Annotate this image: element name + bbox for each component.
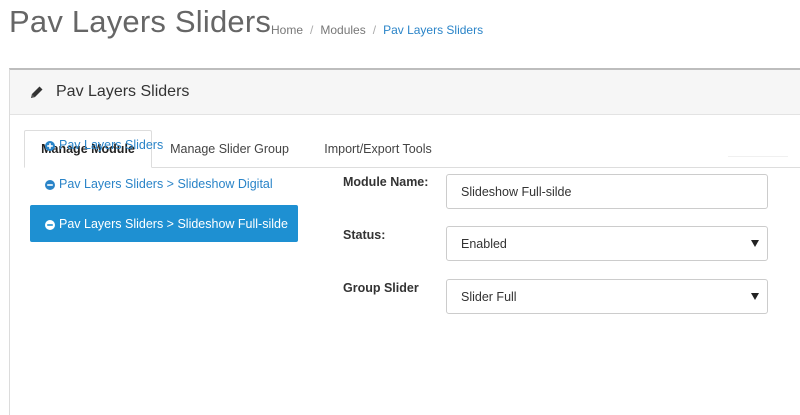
caret-down-icon — [751, 240, 759, 247]
module-list: Pav Layers Sliders Pav Layers Sliders > … — [30, 127, 298, 245]
breadcrumb-home[interactable]: Home — [271, 23, 303, 37]
minus-circle-icon — [45, 179, 55, 190]
group-slider-label: Group Slider — [343, 281, 419, 295]
status-label: Status: — [343, 228, 386, 242]
panel-heading: Pav Layers Sliders — [10, 70, 800, 115]
module-item-slideshow-full-silde[interactable]: Pav Layers Sliders > Slideshow Full-sild… — [30, 205, 298, 242]
minus-circle-icon — [45, 219, 55, 230]
module-item-slideshow-digital[interactable]: Pav Layers Sliders > Slideshow Digital — [30, 166, 298, 202]
divider — [728, 156, 788, 157]
caret-down-icon — [751, 293, 759, 300]
status-select[interactable]: Enabled — [446, 226, 768, 261]
group-slider-selected-value: Slider Full — [461, 289, 517, 304]
panel-title: Pav Layers Sliders — [56, 83, 190, 100]
breadcrumb-separator: / — [372, 23, 377, 37]
page-title: Pav Layers Sliders — [9, 4, 272, 39]
module-item-label: Pav Layers Sliders — [59, 138, 164, 152]
breadcrumb-modules[interactable]: Modules — [320, 23, 365, 37]
pencil-icon — [30, 85, 44, 99]
module-name-input[interactable]: Slideshow Full-silde — [446, 174, 768, 209]
module-name-label: Module Name: — [343, 175, 429, 189]
plus-circle-icon — [45, 140, 55, 151]
group-slider-select[interactable]: Slider Full — [446, 279, 768, 314]
module-item-label: Pav Layers Sliders > Slideshow Digital — [59, 177, 273, 191]
module-item-pav-layers-sliders[interactable]: Pav Layers Sliders — [30, 127, 298, 163]
breadcrumb-current[interactable]: Pav Layers Sliders — [383, 23, 483, 37]
breadcrumb: Home / Modules / Pav Layers Sliders — [271, 23, 483, 37]
module-item-label: Pav Layers Sliders > Slideshow Full-sild… — [59, 216, 288, 231]
breadcrumb-separator: / — [310, 23, 314, 37]
tab-import-export-tools[interactable]: Import/Export Tools — [309, 130, 447, 168]
status-selected-value: Enabled — [461, 236, 507, 251]
